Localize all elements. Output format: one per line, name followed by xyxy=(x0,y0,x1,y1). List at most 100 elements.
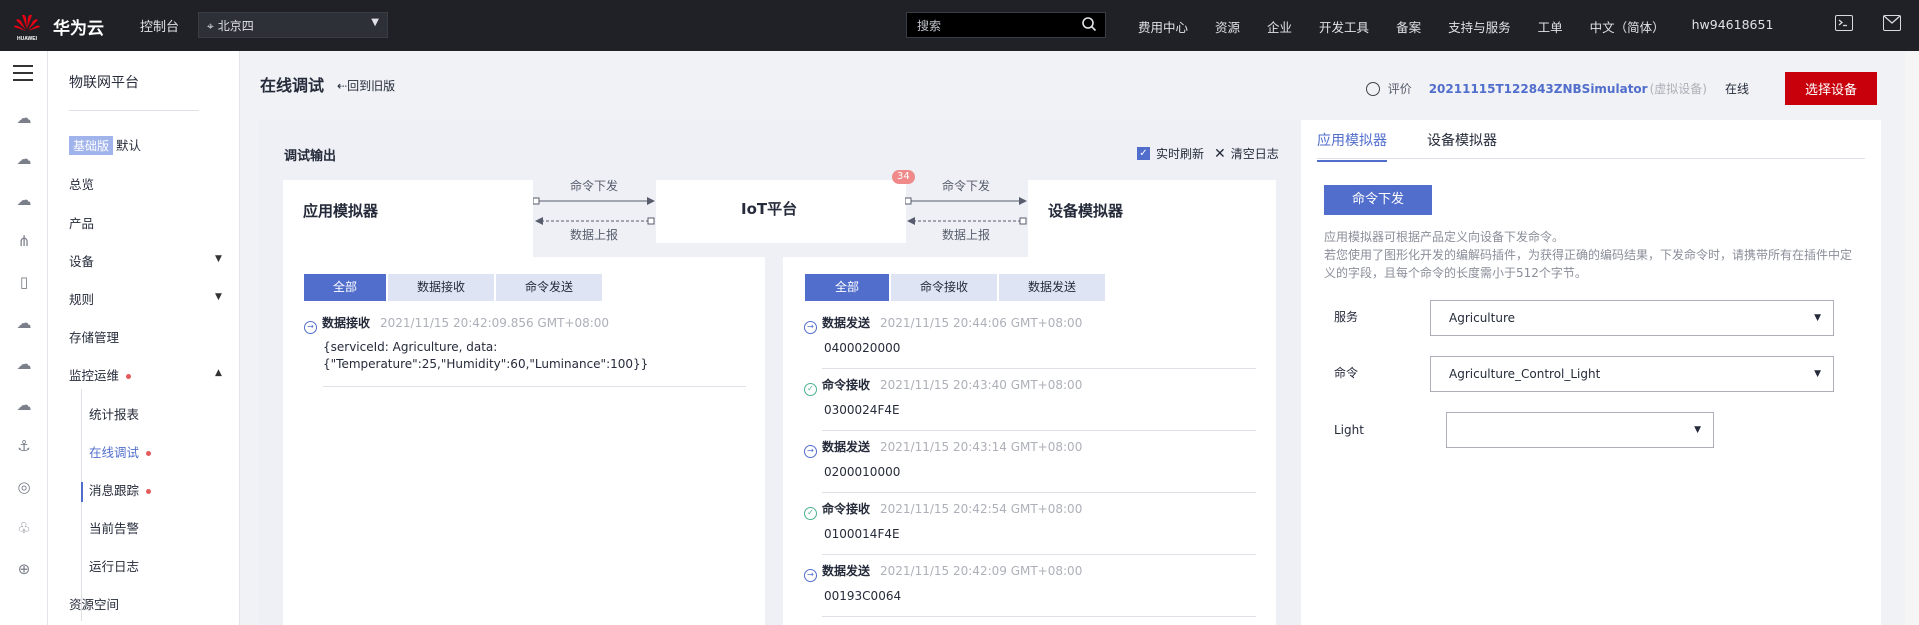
log-value: {serviceId: Agriculture, data: xyxy=(323,340,498,354)
huawei-logo[interactable]: HUAWEI xyxy=(10,9,44,43)
back-to-old-link[interactable]: ⇠回到旧版 xyxy=(337,77,395,94)
edition-label: 默认 xyxy=(116,138,142,153)
nav-enterprise[interactable]: 企业 xyxy=(1267,17,1292,36)
sidebar-item-devices[interactable]: 设备 xyxy=(69,251,94,270)
divider xyxy=(1317,158,1865,159)
brand-name[interactable]: 华为云 xyxy=(53,14,104,39)
message-trace-label: 消息跟踪 xyxy=(89,483,140,498)
tab-data-received[interactable]: 数据接收 xyxy=(388,274,494,301)
page-scrollbar[interactable] xyxy=(1905,51,1919,625)
device-name[interactable]: 20211115T122843ZNBSimulator xyxy=(1429,82,1648,96)
cloud-dots-icon[interactable]: ☁ xyxy=(13,353,35,375)
evaluate-link[interactable]: 评价 xyxy=(1388,80,1412,97)
tab-data-sent[interactable]: 数据发送 xyxy=(999,274,1105,301)
nav-filing[interactable]: 备案 xyxy=(1396,17,1421,36)
log-entry: → 数据接收 2021/11/15 20:42:09.856 GMT+08:00 xyxy=(304,314,609,334)
sidebar-item-storage[interactable]: 存储管理 xyxy=(69,327,119,346)
nav-tickets[interactable]: 工单 xyxy=(1538,17,1563,36)
caret-down-icon: ▼ xyxy=(1694,425,1701,435)
log-time: 2021/11/15 20:43:40 GMT+08:00 xyxy=(880,378,1083,392)
terminal-icon[interactable] xyxy=(1835,15,1853,31)
check-icon: ✓ xyxy=(804,383,817,396)
clear-log-button[interactable]: ✕ 清空日志 xyxy=(1214,145,1279,162)
clear-log-label: 清空日志 xyxy=(1230,147,1279,161)
log-kind: 数据发送 xyxy=(822,316,871,330)
service-select[interactable]: Agriculture ▼ xyxy=(1430,300,1834,336)
nav-support[interactable]: 支持与服务 xyxy=(1448,17,1511,36)
cloud-server-icon[interactable]: ☁ xyxy=(13,107,35,129)
app-log-tabs: 全部 数据接收 命令发送 xyxy=(304,274,604,301)
realtime-checkbox[interactable]: ✓ xyxy=(1137,147,1150,160)
search-input[interactable]: 搜索 xyxy=(906,12,1106,38)
select-device-button[interactable]: 选择设备 xyxy=(1784,72,1877,105)
sidebar-item-message-trace[interactable]: 消息跟踪 xyxy=(89,480,152,499)
tab-all[interactable]: 全部 xyxy=(805,274,889,301)
divider xyxy=(822,492,1256,493)
search-placeholder: 搜索 xyxy=(917,19,942,33)
log-value: 0100014F4E xyxy=(824,527,900,541)
sidebar-item-resource-space[interactable]: 资源空间 xyxy=(69,594,119,613)
cloud-check-icon[interactable]: ☁ xyxy=(13,394,35,416)
sidebar-item-online-debug[interactable]: 在线调试 xyxy=(89,442,152,461)
cluster-icon[interactable]: ♧ xyxy=(13,517,35,539)
chevron-up-icon[interactable]: ▲ xyxy=(215,368,222,378)
message-count-badge: 34 xyxy=(892,170,915,184)
region-select[interactable]: ⌖ 北京四 ▼ xyxy=(198,12,388,38)
data-up-label: 数据上报 xyxy=(570,228,619,242)
caret-down-icon: ▼ xyxy=(1814,369,1821,379)
database-icon[interactable]: ▯ xyxy=(13,271,35,293)
command-value: Agriculture_Control_Light xyxy=(1449,367,1601,381)
cmd-down-label: 命令下发 xyxy=(942,179,991,193)
simulator-desc-2: 若您使用了图形化开发的编解码插件，为获得正确的编码结果，下发命令时，请携带所有在… xyxy=(1324,248,1853,262)
nav-resources[interactable]: 资源 xyxy=(1215,17,1240,36)
nav-username[interactable]: hw94618651 xyxy=(1692,17,1774,36)
device-simulator-label: 设备模拟器 xyxy=(1048,202,1124,220)
cloud-outline-icon[interactable]: ☁ xyxy=(13,312,35,334)
light-select[interactable]: ▼ xyxy=(1446,412,1714,448)
edition-selector[interactable]: 基础版 默认 xyxy=(69,135,141,155)
location-pin-icon: ⌖ xyxy=(207,19,214,33)
divider xyxy=(822,430,1256,431)
close-icon: ✕ xyxy=(1214,145,1226,162)
receive-icon: → xyxy=(304,321,317,334)
sidebar-item-alarms[interactable]: 当前告警 xyxy=(89,518,139,537)
cloud-icon[interactable]: ☁ xyxy=(13,148,35,170)
sidebar-item-stats[interactable]: 统计报表 xyxy=(89,404,139,423)
nav-language[interactable]: 中文（简体） xyxy=(1590,17,1665,36)
tab-cmd-sent[interactable]: 命令发送 xyxy=(496,274,602,301)
sidebar-item-products[interactable]: 产品 xyxy=(69,213,94,232)
console-link[interactable]: 控制台 xyxy=(140,16,179,35)
search-icon[interactable] xyxy=(1081,16,1097,35)
divider xyxy=(323,386,746,387)
top-bar: HUAWEI 华为云 控制台 ⌖ 北京四 ▼ 搜索 费用中心 资源 企业 开发工具… xyxy=(0,0,1919,51)
tab-all[interactable]: 全部 xyxy=(304,274,386,301)
command-select[interactable]: Agriculture_Control_Light ▼ xyxy=(1430,356,1834,392)
cmd-down-label: 命令下发 xyxy=(570,179,619,193)
smile-icon[interactable] xyxy=(1365,81,1380,96)
back-label: 回到旧版 xyxy=(347,79,396,93)
mail-icon[interactable] xyxy=(1883,15,1901,31)
status-text: 在线 xyxy=(1724,82,1749,96)
debug-output-title: 调试输出 xyxy=(284,149,337,164)
send-command-button[interactable]: 命令下发 xyxy=(1324,185,1432,215)
sidebar-item-monitoring[interactable]: 监控运维 xyxy=(69,365,132,384)
chevron-down-icon[interactable]: ▼ xyxy=(215,292,222,302)
sidebar-item-rules[interactable]: 规则 xyxy=(69,289,94,308)
edition-badge: 基础版 xyxy=(69,136,114,155)
network-icon[interactable]: ⋔ xyxy=(13,230,35,252)
realtime-label[interactable]: 实时刷新 xyxy=(1156,145,1204,162)
ip-icon[interactable]: ◎ xyxy=(13,476,35,498)
chevron-down-icon[interactable]: ▼ xyxy=(215,254,222,264)
nav-dev-tools[interactable]: 开发工具 xyxy=(1319,17,1369,36)
app-log-panel xyxy=(283,257,765,625)
sidebar-item-overview[interactable]: 总览 xyxy=(69,174,94,193)
cloud-storage-icon[interactable]: ☁ xyxy=(13,189,35,211)
new-dot xyxy=(126,374,132,379)
menu-icon[interactable] xyxy=(13,65,33,86)
tab-cmd-received[interactable]: 命令接收 xyxy=(891,274,997,301)
anchor-icon[interactable]: ⚓ xyxy=(13,435,35,457)
sidebar-item-run-logs[interactable]: 运行日志 xyxy=(89,556,139,575)
nav-billing[interactable]: 费用中心 xyxy=(1138,17,1188,36)
globe-icon[interactable]: ⊕ xyxy=(13,558,35,580)
new-dot xyxy=(146,451,152,456)
